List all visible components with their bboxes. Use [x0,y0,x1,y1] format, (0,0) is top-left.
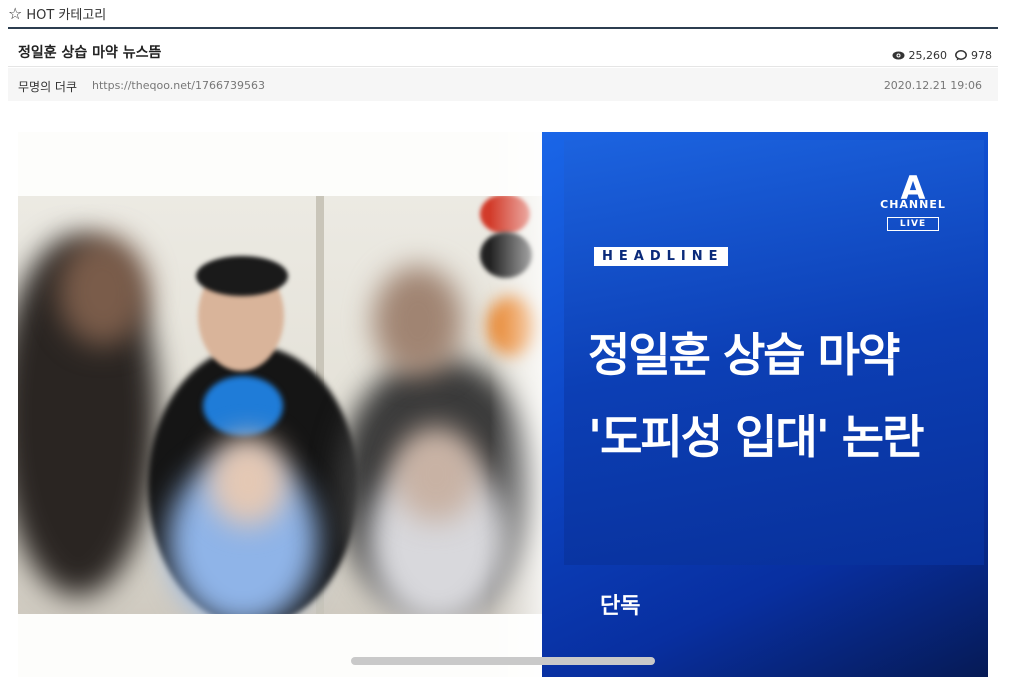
channel-a-logo: A CHANNEL LIVE [876,172,950,231]
news-image: A CHANNEL LIVE HEADLINE 정일훈 상습 마약 '도피성 입… [18,132,988,677]
person-left-head [58,236,148,346]
category-label[interactable]: HOT 카테고리 [26,4,106,23]
post-url[interactable]: https://theqoo.net/1766739563 [92,79,265,92]
headline-panel: A CHANNEL LIVE HEADLINE 정일훈 상습 마약 '도피성 입… [542,132,988,677]
comment-count: 978 [971,49,992,62]
headline-line-2: '도피성 입대' 논란 [588,410,924,464]
eye-icon [892,51,904,60]
headline-line-1: 정일훈 상습 마약 [588,328,900,382]
post-title: 정일훈 상습 마약 뉴스뜸 [18,45,162,61]
headline-text: 정일훈 상습 마약 '도피성 입대' 논란 [588,314,978,478]
main-person-hair [196,256,288,296]
post-info-bar: 무명의 더쿠 https://theqoo.net/1766739563 202… [8,68,998,101]
person-right-head [373,266,463,376]
exclusive-label: 단독 [600,594,641,619]
logo-channel: CHANNEL [880,198,946,211]
post-author: 무명의 더쿠 [18,80,78,94]
headline-tag: HEADLINE [594,247,728,266]
photo-scene [18,196,550,614]
post-stats: 25,260 978 [892,49,992,62]
photo-edge-fade [490,132,550,677]
horizontal-scrollbar[interactable] [351,657,655,665]
main-person-shirt [203,376,283,436]
blurred-photo [18,132,550,677]
comment-icon [955,50,967,61]
child-right-head [393,426,479,522]
child-left-head [208,436,288,526]
post-date: 2020.12.21 19:06 [883,79,982,92]
view-count: 25,260 [908,49,948,62]
live-badge: LIVE [886,217,940,231]
star-icon[interactable]: ☆ [8,5,22,22]
post-title-bar: 정일훈 상습 마약 뉴스뜸 25,260 978 [8,34,998,67]
category-header: ☆ HOT 카테고리 [8,0,998,29]
